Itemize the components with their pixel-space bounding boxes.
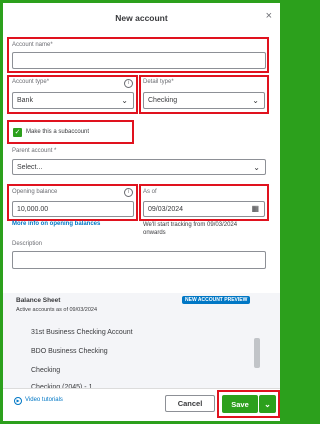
- parent-account-placeholder: Select...: [17, 163, 43, 171]
- info-icon[interactable]: i: [124, 79, 133, 88]
- list-item: 31st Business Checking Account: [31, 329, 133, 336]
- opening-balance-label: Opening balance: [12, 189, 58, 195]
- preview-scrollbar[interactable]: [254, 338, 260, 368]
- detail-type-value: Checking: [148, 97, 178, 104]
- account-name-input[interactable]: [12, 52, 266, 69]
- subaccount-checkbox[interactable]: ✓: [13, 128, 22, 137]
- account-type-select[interactable]: Bank ⌄: [12, 92, 134, 109]
- save-button[interactable]: Save: [222, 395, 258, 413]
- description-label: Description: [12, 241, 43, 247]
- tracking-note-line2: onwards: [143, 230, 166, 236]
- balance-sheet-subtitle: Active accounts as of 09/03/2024: [16, 307, 98, 313]
- play-icon[interactable]: ▶: [14, 397, 22, 405]
- account-type-label: Account type*: [12, 79, 50, 85]
- opening-balance-info-link[interactable]: More info on opening balances: [12, 221, 100, 227]
- close-icon[interactable]: ×: [266, 10, 272, 22]
- cancel-button[interactable]: Cancel: [165, 395, 215, 412]
- as-of-date-input[interactable]: 09/03/2024 ▦: [143, 201, 265, 217]
- video-tutorials-link[interactable]: Video tutorials: [25, 397, 63, 403]
- chevron-down-icon: ⌄: [253, 163, 260, 172]
- as-of-value: 09/03/2024: [148, 205, 184, 213]
- subaccount-label: Make this a subaccount: [26, 129, 90, 135]
- tracking-note-line1: We'll start tracking from 09/03/2024: [143, 222, 238, 228]
- balance-sheet-title: Balance Sheet: [16, 297, 61, 304]
- new-account-preview-badge: NEW ACCOUNT PREVIEW: [182, 296, 251, 304]
- chevron-down-icon: ⌄: [252, 96, 259, 105]
- account-name-label: Account name*: [12, 42, 53, 48]
- detail-type-select[interactable]: Checking ⌄: [143, 92, 265, 109]
- list-item: BDO Business Checking: [31, 348, 108, 355]
- opening-balance-input[interactable]: 10,000.00: [12, 201, 134, 217]
- save-options-chevron-icon[interactable]: ⌄: [259, 395, 276, 413]
- account-type-value: Bank: [17, 97, 33, 104]
- parent-account-select[interactable]: Select... ⌄: [12, 159, 266, 175]
- list-item: Checking: [31, 367, 61, 374]
- description-input[interactable]: [12, 251, 266, 269]
- detail-type-label: Detail type*: [143, 79, 174, 85]
- chevron-down-icon: ⌄: [121, 96, 128, 105]
- new-account-modal: New account × Account name* Account type…: [3, 3, 280, 421]
- calendar-icon[interactable]: ▦: [251, 204, 259, 213]
- parent-account-label: Parent account *: [12, 148, 57, 154]
- info-icon[interactable]: i: [124, 188, 133, 197]
- as-of-label: As of: [143, 189, 157, 195]
- modal-title: New account: [115, 13, 168, 23]
